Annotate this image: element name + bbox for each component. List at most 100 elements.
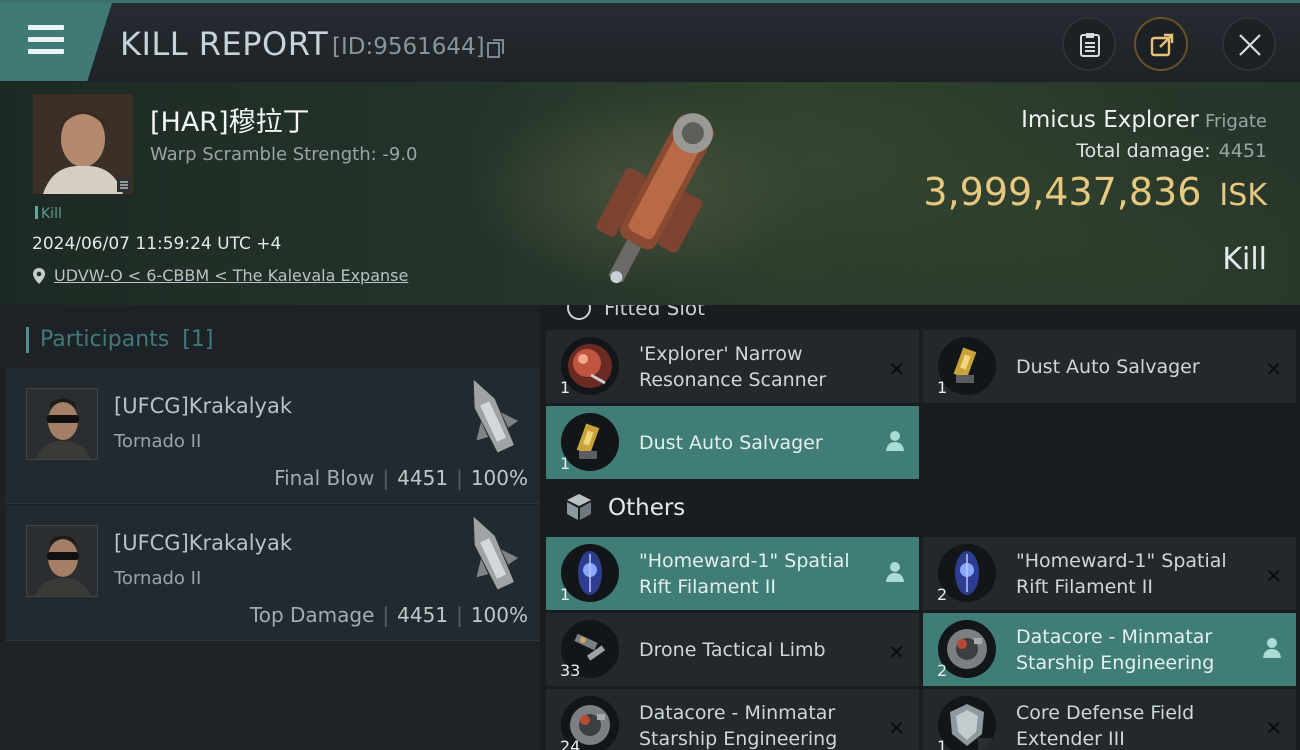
ship-class: Frigate xyxy=(1204,111,1267,132)
participant-ship-image xyxy=(473,516,519,590)
isk-value: 3,999,437,836 ISK xyxy=(923,170,1267,214)
isk-amount: 3,999,437,836 xyxy=(923,170,1202,214)
others-header: Others xyxy=(564,492,685,522)
destroyed-icon: ✕ xyxy=(1265,564,1282,588)
participant-name[interactable]: [UFCG]Krakalyak xyxy=(114,531,292,555)
kill-location[interactable]: UDVW-O < 6-CBBM < The Kalevala Expanse xyxy=(32,266,408,285)
item-quantity: 1 xyxy=(937,737,948,750)
item-row[interactable]: 1 "Homeward-1" Spatial Rift Filament II xyxy=(546,537,919,610)
participants-header: Participants [1] xyxy=(25,327,214,353)
item-row[interactable]: 1 Dust Auto Salvager ✕ xyxy=(923,330,1296,403)
participants-panel: Participants [1] [UFCG]Krakalyak Tornado… xyxy=(0,305,540,750)
participants-title: Participants xyxy=(40,327,170,352)
item-quantity: 24 xyxy=(560,737,581,750)
dropped-person-icon xyxy=(1263,638,1281,658)
fitted-slot-title: Fitted Slot xyxy=(604,305,705,320)
participant-label: Final Blow xyxy=(274,466,375,490)
cube-icon xyxy=(567,494,591,520)
participants-count: [1] xyxy=(182,327,214,352)
pilot-portrait-image xyxy=(33,94,133,194)
item-quantity: 2 xyxy=(937,585,948,604)
item-name: 'Explorer' Narrow Resonance Scanner xyxy=(639,342,827,391)
total-damage-label: Total damage: xyxy=(1076,140,1211,162)
participant-row[interactable]: [UFCG]Krakalyak Tornado II Final Blow | 44… xyxy=(6,368,540,504)
kill-result: Kill xyxy=(1222,242,1267,277)
victim-banner: [HAR]穆拉丁 Warp Scramble Strength: -9.0 Ki… xyxy=(0,82,1300,305)
item-row[interactable]: 1 'Explorer' Narrow Resonance Scanner ✕ xyxy=(546,330,919,403)
item-quantity: 1 xyxy=(560,454,571,473)
share-icon xyxy=(1150,33,1174,57)
item-name: "Homeward-1" Spatial Rift Filament II xyxy=(1016,549,1227,598)
menu-button[interactable] xyxy=(0,3,112,81)
participant-ship-image xyxy=(473,379,519,453)
kill-tag: Kill xyxy=(35,206,62,222)
participant-ship: Tornado II xyxy=(114,568,202,589)
report-button[interactable] xyxy=(1062,17,1116,71)
item-name: Drone Tactical Limb xyxy=(639,638,826,661)
item-quantity: 1 xyxy=(560,585,571,604)
item-name: "Homeward-1" Spatial Rift Filament II xyxy=(639,549,850,598)
close-button[interactable] xyxy=(1222,17,1276,71)
item-row[interactable]: 2 Datacore - Minmatar Starship Engineeri… xyxy=(923,613,1296,686)
destroyed-icon: ✕ xyxy=(888,716,905,740)
top-bar: KILL REPORT [ID:9561644] xyxy=(0,0,1300,82)
item-quantity: 1 xyxy=(560,378,571,397)
participant-damage: 4451 xyxy=(397,603,449,627)
participant-damage: 4451 xyxy=(397,466,449,490)
item-row[interactable]: 24 Datacore - Minmatar Starship Engineer… xyxy=(546,689,919,750)
victim-portrait[interactable] xyxy=(33,94,133,194)
ship-name: Imicus Explorer xyxy=(1021,107,1199,133)
item-name: Dust Auto Salvager xyxy=(1016,355,1200,378)
warp-scramble-strength: Warp Scramble Strength: -9.0 xyxy=(150,144,418,165)
item-name: Dust Auto Salvager xyxy=(639,431,823,454)
participant-percent: 100% xyxy=(470,466,528,490)
total-damage-value: 4451 xyxy=(1218,140,1267,162)
item-row[interactable]: 2 "Homeward-1" Spatial Rift Filament II … xyxy=(923,537,1296,610)
item-name: Datacore - Minmatar Starship Engineering xyxy=(639,701,838,750)
item-quantity: 33 xyxy=(560,661,581,680)
participant-label: Top Damage xyxy=(249,603,375,627)
kill-datetime: 2024/06/07 11:59:24 UTC +4 xyxy=(32,234,282,254)
item-name: Datacore - Minmatar Starship Engineering xyxy=(1016,625,1215,674)
participant-percent: 100% xyxy=(470,603,528,627)
others-title: Others xyxy=(608,495,686,521)
location-link[interactable]: UDVW-O < 6-CBBM < The Kalevala Expanse xyxy=(54,266,408,285)
dropped-person-icon xyxy=(886,562,904,582)
page-title: KILL REPORT xyxy=(120,25,329,63)
clipboard-icon xyxy=(1080,33,1100,57)
participant-avatar[interactable] xyxy=(26,388,98,460)
participant-stats: Final Blow | 4451 | 100% xyxy=(274,466,528,490)
fitted-slot-header: Fitted Slot xyxy=(566,305,705,321)
participant-ship: Tornado II xyxy=(114,431,202,452)
destroyed-icon: ✕ xyxy=(888,640,905,664)
participant-name[interactable]: [UFCG]Krakalyak xyxy=(114,394,292,418)
share-button[interactable] xyxy=(1134,17,1188,71)
destroyed-icon: ✕ xyxy=(1265,716,1282,740)
item-name: Core Defense Field Extender III xyxy=(1016,701,1195,750)
victim-ship[interactable]: Imicus Explorer Frigate xyxy=(1021,107,1267,133)
participant-avatar[interactable] xyxy=(26,525,98,597)
item-row[interactable]: 33 Drone Tactical Limb ✕ xyxy=(546,613,919,686)
total-damage: Total damage: 4451 xyxy=(1076,140,1267,162)
fitted-slot-icon xyxy=(567,305,591,320)
kill-id: [ID:9561644] xyxy=(332,34,485,60)
destroyed-icon: ✕ xyxy=(888,357,905,381)
victim-name[interactable]: [HAR]穆拉丁 xyxy=(150,100,310,139)
participant-portrait-image xyxy=(27,526,97,596)
item-row[interactable]: 1 Core Defense Field Extender III ✕ xyxy=(923,689,1296,750)
dropped-person-icon xyxy=(886,431,904,451)
participant-row[interactable]: [UFCG]Krakalyak Tornado II Top Damage | 44… xyxy=(6,505,540,641)
copy-icon[interactable] xyxy=(487,39,505,59)
item-quantity: 1 xyxy=(937,378,948,397)
items-panel[interactable]: Fitted Slot 1 'Explorer' Narrow Resonanc… xyxy=(540,305,1300,750)
destroyed-icon: ✕ xyxy=(1265,357,1282,381)
participant-portrait-image xyxy=(27,389,97,459)
item-row[interactable]: 1 Dust Auto Salvager xyxy=(546,406,919,479)
close-icon xyxy=(1239,34,1261,56)
participant-stats: Top Damage | 4451 | 100% xyxy=(249,603,528,627)
hamburger-icon xyxy=(28,25,64,55)
victim-ship-image xyxy=(596,113,715,284)
item-quantity: 2 xyxy=(937,661,948,680)
location-pin-icon xyxy=(33,268,45,284)
isk-unit: ISK xyxy=(1219,178,1267,213)
